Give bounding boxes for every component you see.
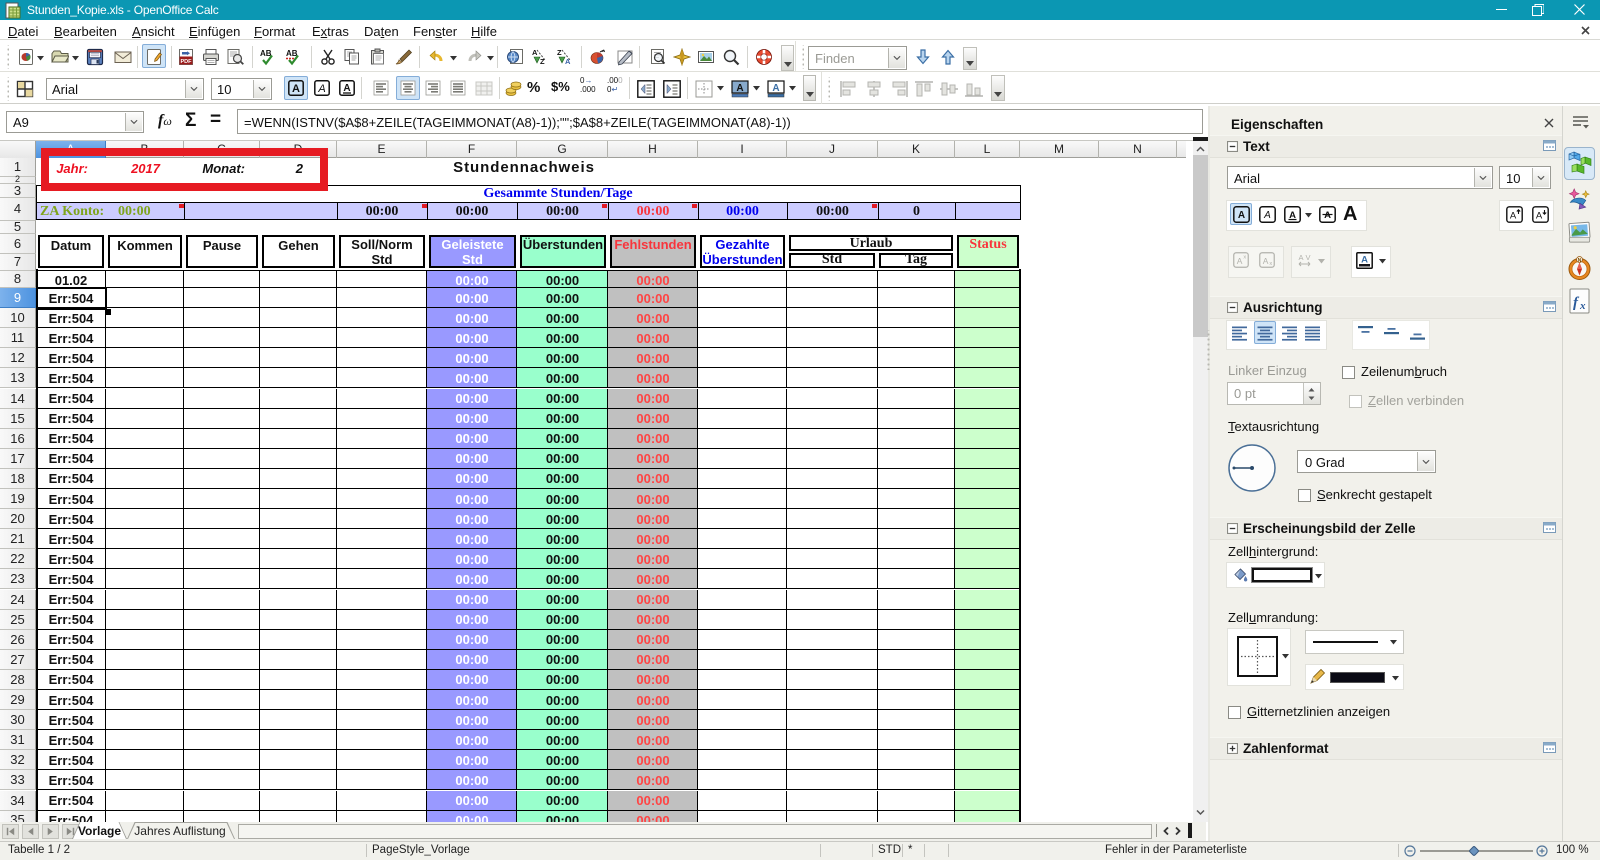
svg-text:A: A bbox=[1361, 255, 1368, 266]
svg-text:x: x bbox=[1579, 300, 1586, 312]
svg-text:PDF: PDF bbox=[181, 59, 193, 65]
svg-text:A: A bbox=[1324, 210, 1331, 221]
svg-text:A: A bbox=[1238, 210, 1245, 221]
svg-text:A: A bbox=[343, 83, 350, 94]
svg-text:A: A bbox=[1298, 253, 1303, 262]
svg-text:A: A bbox=[1263, 210, 1271, 221]
svg-text:x: x bbox=[1243, 255, 1246, 261]
svg-text:A: A bbox=[1510, 211, 1517, 222]
svg-text:A: A bbox=[736, 83, 743, 94]
svg-text:V: V bbox=[1305, 253, 1310, 262]
svg-text:A: A bbox=[772, 83, 779, 94]
svg-text:A: A bbox=[565, 57, 571, 66]
svg-text:N: N bbox=[1578, 258, 1582, 264]
svg-text:A: A bbox=[1237, 256, 1243, 266]
svg-text:A: A bbox=[1536, 211, 1543, 222]
svg-text:A: A bbox=[317, 83, 325, 95]
svg-text:A: A bbox=[1263, 256, 1269, 266]
svg-text:A: A bbox=[292, 83, 300, 95]
svg-text:A: A bbox=[532, 48, 538, 57]
svg-text:x: x bbox=[1269, 261, 1272, 267]
svg-text:Z: Z bbox=[557, 48, 562, 57]
